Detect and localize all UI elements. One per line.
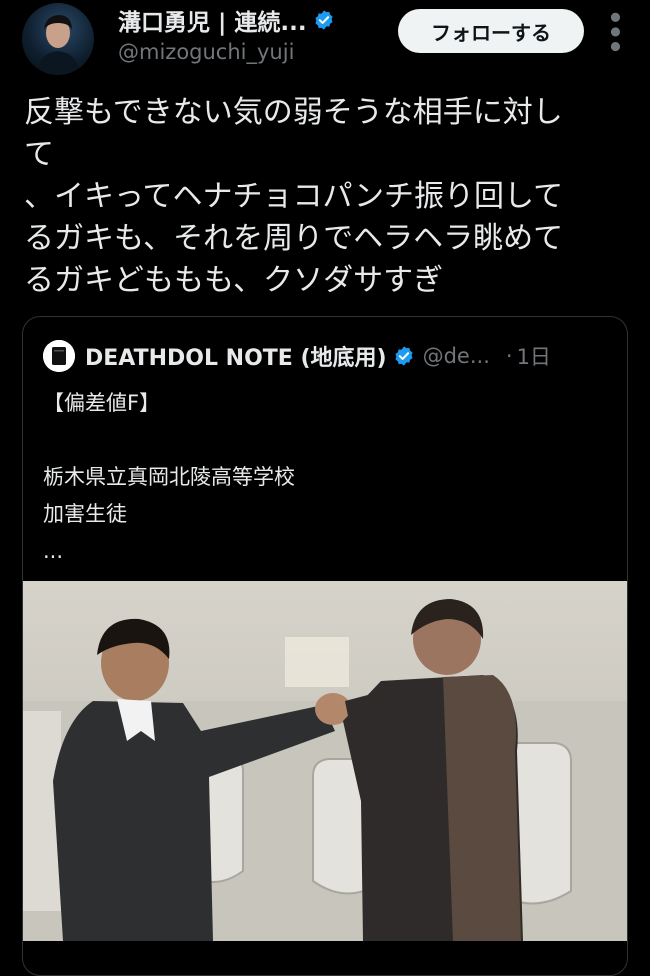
author-name-row: 溝口勇児 | 連続...	[118, 3, 335, 37]
quoted-tweet-card[interactable]: DEATHDOL NOTE (地底用) @de... · 1日 【偏差値F】 栃…	[22, 316, 628, 976]
quoted-tweet-text: 【偏差値F】 栃木県立真岡北陵高等学校 加害生徒	[43, 391, 295, 526]
author-avatar[interactable]	[22, 3, 94, 75]
author-handle[interactable]: @mizoguchi_yuji	[118, 40, 294, 64]
quoted-author-handle: @de...	[422, 344, 490, 368]
quoted-author-avatar	[43, 340, 75, 372]
quoted-tweet-header: DEATHDOL NOTE (地底用) @de... · 1日	[43, 339, 551, 373]
follow-button[interactable]: フォローする	[398, 9, 584, 53]
quoted-tweet-video-thumbnail[interactable]	[23, 581, 627, 941]
quoted-tweet-ellipsis: ...	[43, 539, 64, 563]
video-still-image	[23, 581, 627, 941]
author-name[interactable]: 溝口勇児 | 連続...	[118, 3, 307, 37]
more-vertical-icon[interactable]: •••	[599, 9, 629, 53]
notebook-icon	[43, 340, 75, 372]
quoted-verified-badge-icon	[393, 345, 415, 367]
author-avatar-image	[36, 15, 80, 75]
quoted-author-name: DEATHDOL NOTE (地底用)	[85, 346, 387, 371]
tweet-body-text: 反撃もできない気の弱そうな相手に対し て 、イキってヘナチョコパンチ振り回して …	[24, 95, 564, 298]
tweet-header: 溝口勇児 | 連続... @mizoguchi_yuji フォローする •••	[0, 0, 650, 80]
quoted-tweet-time: 1日	[516, 345, 551, 369]
verified-badge-icon	[313, 9, 335, 31]
separator-dot: ·	[505, 344, 513, 368]
